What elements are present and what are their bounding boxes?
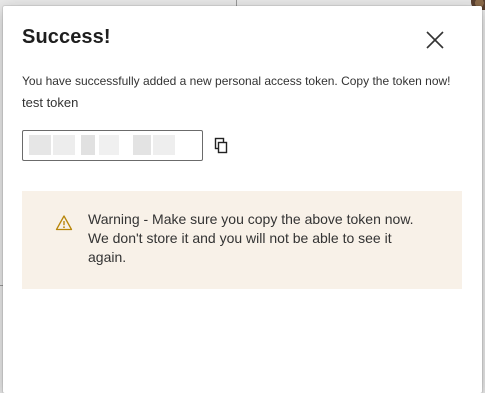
- success-message: You have successfully added a new person…: [22, 74, 451, 88]
- dialog-title: Success!: [22, 26, 111, 48]
- copy-icon: [214, 137, 228, 154]
- warning-text: Warning - Make sure you copy the above t…: [88, 211, 414, 265]
- close-button[interactable]: [423, 28, 447, 52]
- warning-box: Warning - Make sure you copy the above t…: [22, 191, 462, 289]
- success-dialog: Success! You have successfully added a n…: [3, 6, 482, 393]
- token-field[interactable]: [22, 130, 203, 161]
- close-icon: [426, 31, 444, 49]
- token-name: test token: [22, 95, 79, 110]
- warning-icon: [55, 214, 73, 232]
- token-input[interactable]: [23, 131, 202, 160]
- copy-button[interactable]: [212, 137, 230, 155]
